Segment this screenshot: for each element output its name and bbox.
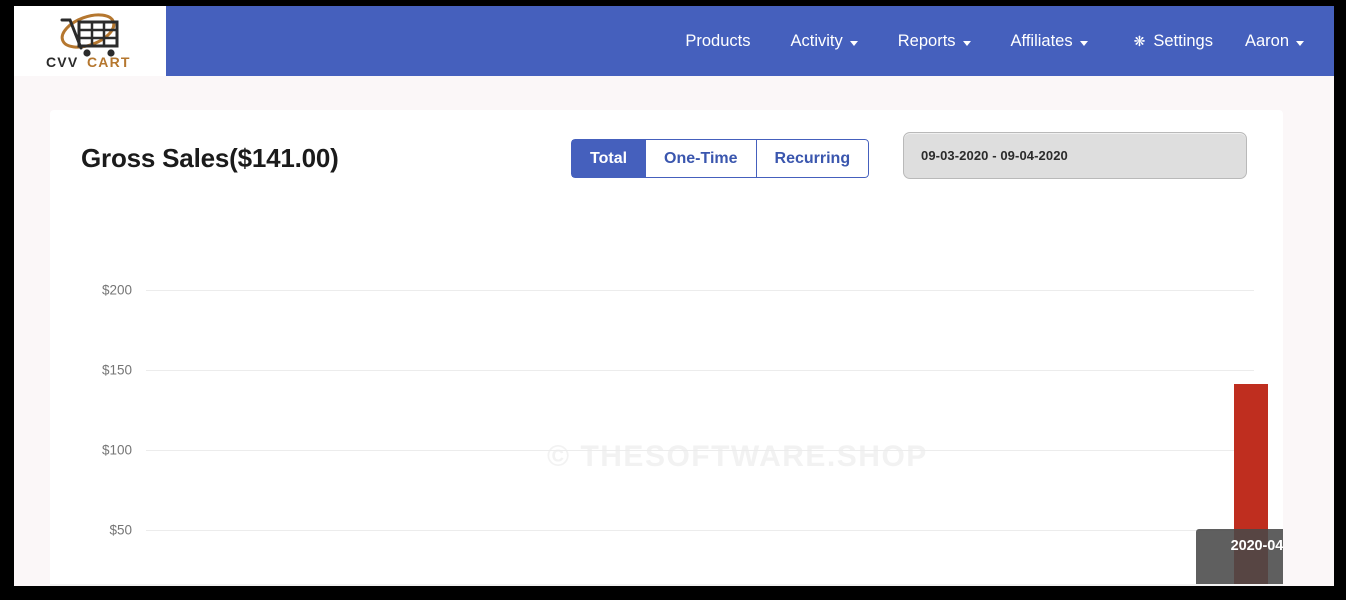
nav-item-reports-label: Reports (898, 6, 956, 76)
nav-item-affiliates[interactable]: Affiliates (991, 6, 1108, 76)
nav-item-products[interactable]: Products (665, 6, 770, 76)
chevron-down-icon (850, 41, 858, 46)
nav-item-reports[interactable]: Reports (878, 6, 991, 76)
page-title: Gross Sales($141.00) (81, 143, 339, 174)
bar-sales-141[interactable] (1234, 384, 1268, 586)
card-header: Gross Sales($141.00) Total One-Time Recu… (50, 110, 1283, 218)
sales-type-toggle-group: Total One-Time Recurring (571, 139, 869, 178)
browser-viewport: CVV CART Products Activity Reports Af (14, 6, 1334, 586)
gear-icon: ❋ (1134, 6, 1146, 76)
gridline-150 (146, 370, 1254, 371)
nav-item-settings-label: Settings (1153, 6, 1213, 76)
nav-item-user-menu[interactable]: Aaron (1229, 6, 1312, 76)
page-body: Gross Sales($141.00) Total One-Time Recu… (14, 76, 1334, 586)
svg-text:CVV: CVV (46, 54, 78, 70)
gross-sales-card: Gross Sales($141.00) Total One-Time Recu… (50, 110, 1283, 586)
y-axis-tick: $50 (109, 523, 132, 538)
toggle-recurring[interactable]: Recurring (756, 139, 870, 178)
date-range-value: 09-03-2020 - 09-04-2020 (921, 148, 1068, 163)
nav-item-activity[interactable]: Activity (771, 6, 878, 76)
chart-plot-area: $200 $150 $100 $50 $0 2020-03-12 2020-03… (146, 290, 1254, 586)
gross-sales-chart: © THESOFTWARE.SHOP $200 $150 $100 $50 (50, 218, 1283, 586)
gridline-200 (146, 290, 1254, 291)
toggle-one-time[interactable]: One-Time (645, 139, 756, 178)
chevron-down-icon (963, 41, 971, 46)
brand-logo-link[interactable]: CVV CART (14, 6, 166, 76)
toggle-total[interactable]: Total (571, 139, 645, 178)
date-range-picker[interactable]: 09-03-2020 - 09-04-2020 (903, 132, 1247, 179)
nav-item-activity-label: Activity (791, 6, 843, 76)
chevron-down-icon (1080, 41, 1088, 46)
nav-item-settings[interactable]: ❋ Settings (1108, 6, 1229, 76)
nav-item-products-label: Products (685, 6, 750, 76)
nav-item-affiliates-label: Affiliates (1011, 6, 1073, 76)
chevron-down-icon (1296, 41, 1304, 46)
gridline-100 (146, 450, 1254, 451)
y-axis-tick: $200 (102, 283, 132, 298)
y-axis-tick: $100 (102, 443, 132, 458)
gridline-50 (146, 530, 1254, 531)
screenshot-frame: CVV CART Products Activity Reports Af (0, 0, 1346, 600)
shopping-cart-logo-icon: CVV CART (38, 12, 142, 70)
nav-links: Products Activity Reports Affiliates ❋ S… (166, 6, 1334, 76)
y-axis-tick: $150 (102, 363, 132, 378)
card-bottom-strip (50, 584, 1283, 586)
svg-text:CART: CART (87, 54, 131, 70)
main-navbar: CVV CART Products Activity Reports Af (14, 6, 1334, 76)
nav-item-user-label: Aaron (1245, 6, 1289, 76)
